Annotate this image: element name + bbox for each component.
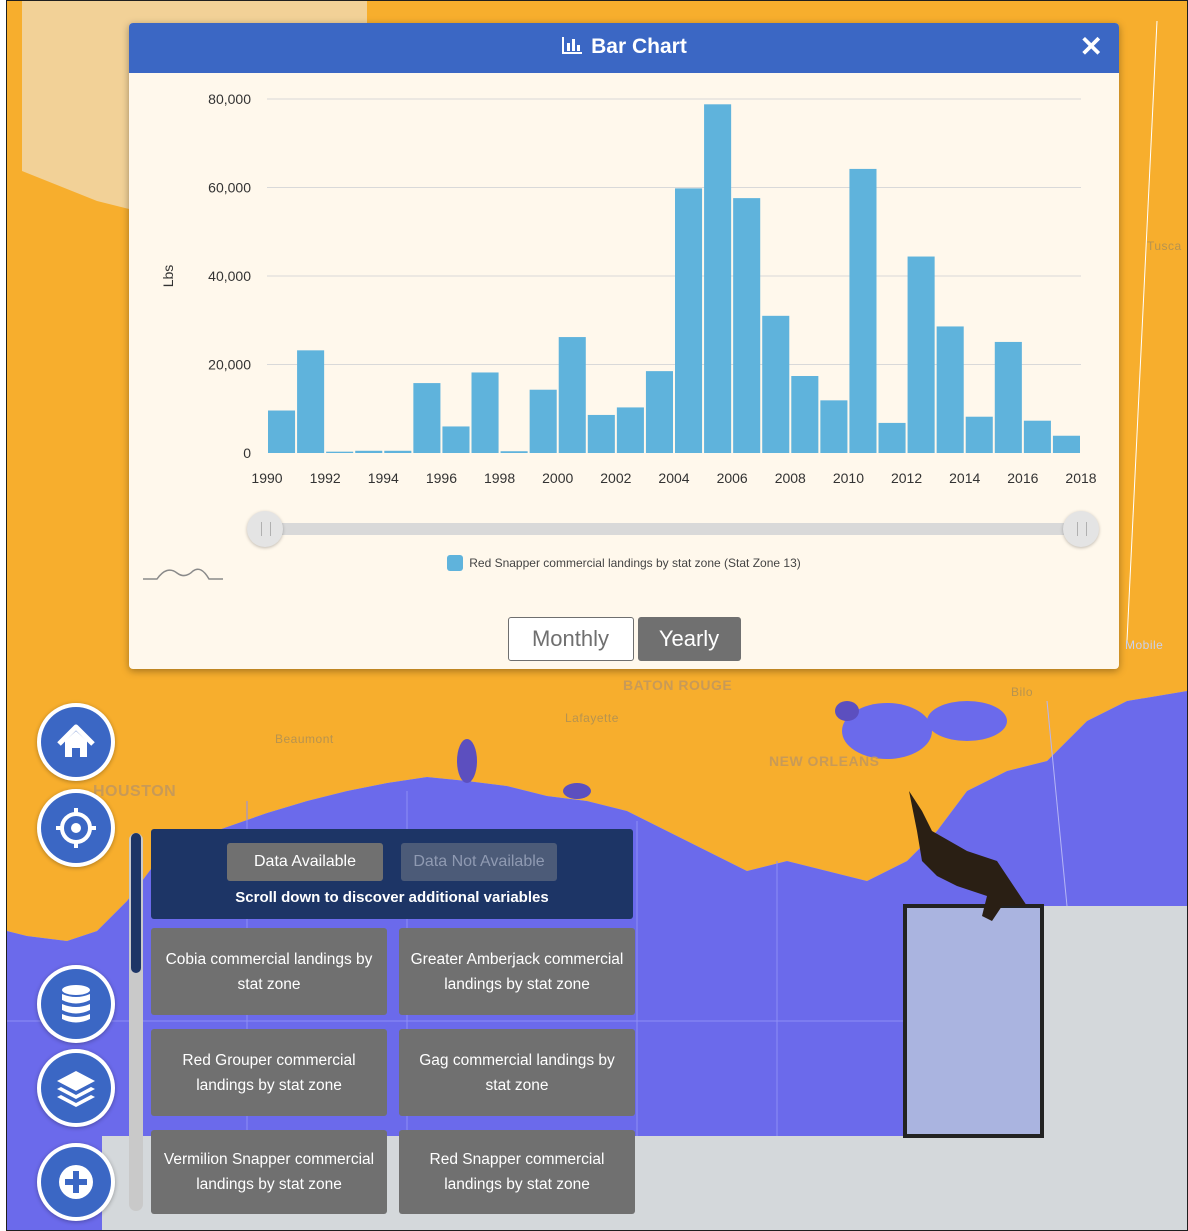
bar — [675, 188, 703, 453]
bar — [936, 326, 964, 453]
add-button[interactable] — [41, 1147, 111, 1217]
bar — [587, 414, 615, 453]
bar — [558, 337, 586, 453]
bar — [965, 416, 993, 453]
bar — [529, 389, 557, 453]
monthly-button[interactable]: Monthly — [507, 617, 634, 661]
panel-header: Bar Chart ✕ — [129, 23, 1119, 73]
bar-chart: 0 20,000 40,000 60,000 80,000 Lbs 1990 1992 1994… — [160, 91, 1097, 486]
panel-title-text: Bar Chart — [591, 35, 687, 58]
x-tick-label: 2006 — [717, 470, 748, 486]
app-frame: Tusca Mobile BATON ROUGE Lafayette Beaum… — [6, 0, 1188, 1231]
bar — [994, 341, 1022, 453]
bar-chart-panel: Bar Chart ✕ 0 20,000 40,000 60,000 80,000 Lbs… — [129, 23, 1119, 669]
locate-button[interactable] — [41, 793, 111, 863]
slider-track[interactable] — [265, 523, 1081, 535]
bar — [878, 422, 906, 453]
map-label-new-orleans: NEW ORLEANS — [769, 753, 880, 769]
home-icon — [57, 724, 95, 757]
bar — [907, 256, 935, 453]
layers-icon — [57, 1071, 95, 1107]
scroll-thumb[interactable] — [131, 833, 141, 973]
data-available-badge: Data Available — [227, 843, 383, 881]
map-label-beaumont: Beaumont — [275, 732, 334, 746]
map-label-tusca: Tusca — [1147, 239, 1182, 253]
x-tick-label: 2016 — [1007, 470, 1038, 486]
bar — [733, 198, 761, 453]
chart-legend[interactable]: Red Snapper commercial landings by stat … — [129, 555, 1119, 571]
data-not-available-badge: Data Not Available — [401, 843, 557, 881]
availability-legend: Data Available Data Not Available Scroll… — [151, 829, 633, 919]
bar — [471, 372, 499, 453]
bar — [762, 315, 790, 453]
x-tick-label: 2008 — [775, 470, 806, 486]
bar — [442, 426, 470, 453]
layers-button[interactable] — [41, 1053, 111, 1123]
map-label-biloxi: Bilo — [1011, 685, 1034, 699]
map-label-lafayette: Lafayette — [565, 711, 619, 725]
bar — [704, 104, 732, 453]
bar — [413, 383, 441, 453]
panel-title: Bar Chart — [129, 35, 1119, 61]
home-button[interactable] — [41, 707, 111, 777]
x-tick-label: 1994 — [368, 470, 399, 486]
map-label-baton-rouge: BATON ROUGE — [623, 677, 733, 693]
y-axis-label: Lbs — [160, 265, 176, 288]
x-tick-label: 1996 — [426, 470, 457, 486]
bar — [849, 168, 877, 453]
x-tick-label: 1998 — [484, 470, 515, 486]
variables-scrollbar[interactable] — [129, 833, 143, 1211]
bar — [645, 371, 673, 453]
y-tick-label: 40,000 — [208, 268, 251, 284]
bar — [297, 350, 325, 453]
x-tick-label: 2014 — [949, 470, 980, 486]
bar — [355, 450, 383, 453]
variable-card-greater-amberjack[interactable]: Greater Amberjack commercial landings by… — [399, 928, 635, 1015]
database-button[interactable] — [41, 969, 111, 1039]
close-button[interactable]: ✕ — [1080, 31, 1103, 63]
variable-card-cobia[interactable]: Cobia commercial landings by stat zone — [151, 928, 387, 1015]
x-tick-label: 2010 — [833, 470, 864, 486]
legend-swatch — [447, 555, 464, 571]
x-tick-label: 2018 — [1065, 470, 1096, 486]
bar — [384, 450, 412, 453]
bar — [1052, 435, 1080, 453]
bar — [500, 451, 528, 453]
bar — [820, 400, 848, 453]
y-tick-label: 80,000 — [208, 91, 251, 107]
y-tick-label: 0 — [243, 445, 251, 461]
x-tick-label: 1990 — [251, 470, 282, 486]
variable-card-vermilion-snapper[interactable]: Vermilion Snapper commercial landings by… — [151, 1130, 387, 1214]
locate-icon — [56, 808, 96, 848]
x-tick-label: 2000 — [542, 470, 573, 486]
bar-chart-icon — [561, 37, 583, 61]
database-icon — [62, 985, 90, 1023]
x-tick-label: 2012 — [891, 470, 922, 486]
slider-handle-left[interactable] — [247, 511, 283, 547]
y-tick-label: 20,000 — [208, 357, 251, 373]
yearly-button[interactable]: Yearly — [637, 617, 741, 661]
year-range-slider[interactable] — [247, 511, 1099, 547]
add-icon — [59, 1165, 93, 1199]
bar — [791, 376, 819, 453]
variable-card-gag[interactable]: Gag commercial landings by stat zone — [399, 1029, 635, 1116]
variable-card-red-snapper[interactable]: Red Snapper commercial landings by stat … — [399, 1130, 635, 1214]
variable-card-red-grouper[interactable]: Red Grouper commercial landings by stat … — [151, 1029, 387, 1116]
interval-toggle: Monthly Yearly — [129, 617, 1119, 661]
y-tick-label: 60,000 — [208, 180, 251, 196]
bar — [268, 410, 296, 453]
scroll-hint: Scroll down to discover additional varia… — [235, 889, 549, 906]
legend-label: Red Snapper commercial landings by stat … — [469, 556, 801, 570]
bar — [616, 407, 644, 453]
bar — [326, 451, 354, 453]
x-tick-label: 2002 — [600, 470, 631, 486]
bar — [1023, 420, 1051, 453]
slider-handle-right[interactable] — [1063, 511, 1099, 547]
x-tick-label: 2004 — [658, 470, 689, 486]
map-label-mobile: Mobile — [1125, 638, 1164, 652]
x-tick-label: 1992 — [310, 470, 341, 486]
